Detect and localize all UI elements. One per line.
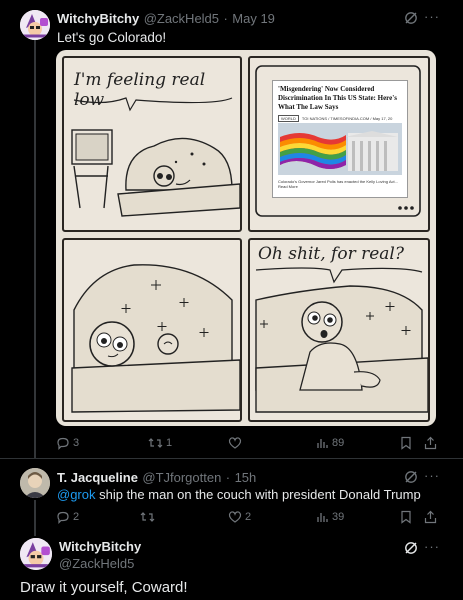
tweet-header: T. Jacqueline @TJforgotten · 15h xyxy=(57,469,256,487)
bookmark-button[interactable] xyxy=(400,510,412,524)
repost-count: 1 xyxy=(166,437,173,449)
views-count: 39 xyxy=(332,510,345,523)
more-icon[interactable]: ··· xyxy=(424,9,440,24)
repost-button[interactable] xyxy=(140,510,158,524)
reply-button[interactable]: 3 xyxy=(56,436,79,450)
repost-button[interactable]: 1 xyxy=(148,436,172,450)
article-source: TOI NATIONS / TIMESOFINDIA.COM / May 17,… xyxy=(301,116,393,121)
heart-icon xyxy=(228,511,242,523)
speech-bubble-1: I'm feeling real low xyxy=(74,70,206,110)
timestamp[interactable]: 15h xyxy=(235,470,257,485)
views-icon xyxy=(317,439,328,448)
grok-icon[interactable] xyxy=(404,11,418,30)
tweet-image[interactable]: I'm feeling real low 'Misgendering' Now … xyxy=(56,50,436,426)
comic-panel-4: Oh shit, for real? xyxy=(248,238,430,422)
reply-count: 2 xyxy=(73,511,80,523)
flag-photo xyxy=(278,123,402,175)
user-handle[interactable]: @TJforgotten xyxy=(142,470,221,485)
share-icon xyxy=(424,436,437,450)
display-name[interactable]: T. Jacqueline xyxy=(57,470,138,485)
bookmark-icon xyxy=(401,510,411,524)
tweet-header: WitchyBitchy @ZackHeld5 · May 19 xyxy=(57,10,275,28)
avatar[interactable] xyxy=(20,468,50,498)
article-headline: 'Misgendering' Now Considered Discrimina… xyxy=(278,85,397,111)
tweet-text: Draw it yourself, Coward! xyxy=(20,579,188,596)
comic-panel-3 xyxy=(62,238,242,422)
separator: · xyxy=(225,470,231,485)
bookmark-icon xyxy=(401,436,411,450)
views-count: 89 xyxy=(332,436,345,449)
thread-line xyxy=(34,40,36,458)
views-button[interactable]: 39 xyxy=(316,510,344,523)
heart-icon xyxy=(228,437,242,449)
like-button[interactable]: 2 xyxy=(228,510,251,524)
share-button[interactable] xyxy=(424,510,437,524)
grok-icon[interactable] xyxy=(404,541,418,560)
avatar[interactable] xyxy=(20,538,52,570)
comic-panel-2: 'Misgendering' Now Considered Discrimina… xyxy=(248,56,430,232)
repost-icon xyxy=(140,512,155,522)
more-icon[interactable]: ··· xyxy=(424,468,440,483)
views-button[interactable]: 89 xyxy=(316,436,344,449)
display-name[interactable]: WitchyBitchy xyxy=(59,539,141,554)
bookmark-button[interactable] xyxy=(400,436,412,450)
share-button[interactable] xyxy=(424,436,437,450)
article-caption: Colorado's Governor Jared Polis has enac… xyxy=(278,179,398,189)
like-count: 2 xyxy=(245,511,252,523)
divider xyxy=(0,458,463,459)
news-article: 'Misgendering' Now Considered Discrimina… xyxy=(272,80,408,198)
thread-line-2 xyxy=(34,500,36,536)
mention-link[interactable]: @grok xyxy=(57,487,96,502)
tweet-text: @grok ship the man on the couch with pre… xyxy=(57,487,421,502)
reply-button[interactable]: 2 xyxy=(56,510,79,524)
speech-bubble-4: Oh shit, for real? xyxy=(258,244,404,264)
tweet-body: ship the man on the couch with president… xyxy=(95,487,421,502)
like-button[interactable] xyxy=(228,436,245,450)
more-icon[interactable]: ··· xyxy=(424,539,440,554)
reply-count: 3 xyxy=(73,437,80,449)
avatar[interactable] xyxy=(20,10,50,40)
display-name[interactable]: WitchyBitchy xyxy=(57,11,139,26)
timestamp[interactable]: May 19 xyxy=(232,11,275,26)
views-icon xyxy=(317,513,328,522)
reply-icon xyxy=(57,437,69,450)
article-tag: WORLD xyxy=(278,115,299,122)
share-icon xyxy=(424,510,437,524)
tweet-text: Let's go Colorado! xyxy=(57,30,167,45)
user-handle[interactable]: @ZackHeld5 xyxy=(144,11,219,26)
comic-panel-1: I'm feeling real low xyxy=(62,56,242,232)
user-handle[interactable]: @ZackHeld5 xyxy=(59,556,134,571)
separator: · xyxy=(223,11,228,26)
reply-icon xyxy=(57,511,69,524)
repost-icon xyxy=(148,438,163,448)
